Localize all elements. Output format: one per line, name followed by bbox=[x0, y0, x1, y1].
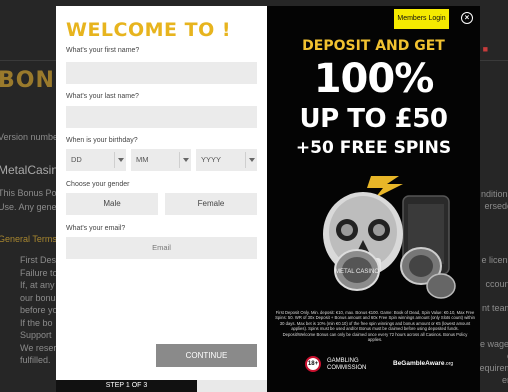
skull-coins-artwork: METAL CASINO bbox=[323, 176, 456, 299]
promo-line-1: DEPOSIT AND GET bbox=[302, 38, 445, 54]
step-progress-remaining bbox=[197, 380, 267, 392]
day-select[interactable]: DD bbox=[66, 149, 126, 171]
promo-line-4: +50 FREE SPINS bbox=[295, 138, 452, 158]
close-icon[interactable]: × bbox=[461, 12, 473, 24]
modal-title: WELCOME TO ! bbox=[66, 19, 232, 41]
intro-line-1: This Bonus Poli bbox=[0, 188, 61, 198]
chevron-down-icon bbox=[179, 152, 191, 168]
responsible-gambling-logos: 18+ GAMBLING COMMISSION BeGambleAware.or… bbox=[275, 354, 475, 376]
female-button[interactable]: Female bbox=[165, 193, 257, 215]
begambleaware-logo: BeGambleAware.org bbox=[393, 360, 453, 367]
continue-button[interactable]: CONTINUE bbox=[156, 344, 257, 367]
right-line: ccount bbox=[485, 279, 508, 289]
step-indicator: STEP 1 OF 3 bbox=[56, 380, 197, 392]
birthday-label: When is your birthday? bbox=[66, 137, 138, 144]
email-input[interactable]: Email bbox=[66, 237, 257, 259]
last-name-label: What's your last name? bbox=[66, 93, 139, 100]
year-select-value: YYYY bbox=[201, 155, 222, 164]
promo-line-3: UP TO £50 bbox=[299, 104, 448, 134]
brand-heading: MetalCasin bbox=[0, 163, 59, 177]
members-login-button[interactable]: Members Login bbox=[394, 9, 449, 29]
right-lower-fragment: e licens ccount nt team e wager e requir… bbox=[476, 254, 508, 386]
email-label: What's your email? bbox=[66, 225, 126, 232]
male-button[interactable]: Male bbox=[66, 193, 158, 215]
right-line bbox=[476, 290, 508, 302]
coin-label: METAL CASINO bbox=[335, 269, 379, 275]
signup-modal: WELCOME TO ! What's your first name? Wha… bbox=[56, 6, 480, 392]
month-select-value: MM bbox=[136, 155, 149, 164]
bga-name: BeGambleAware bbox=[393, 360, 445, 367]
right-line: nt team bbox=[481, 303, 508, 313]
coin-icon bbox=[426, 273, 456, 299]
first-name-label: What's your first name? bbox=[66, 47, 140, 54]
right-line bbox=[476, 266, 508, 278]
gambling-commission-logo: GAMBLING COMMISSION bbox=[327, 358, 366, 372]
gc-line-1: GAMBLING bbox=[327, 358, 359, 364]
first-name-input[interactable] bbox=[66, 62, 257, 84]
right-line bbox=[476, 326, 508, 338]
signup-form: WELCOME TO ! What's your first name? Wha… bbox=[56, 6, 267, 392]
right-line: e licens bbox=[481, 255, 508, 265]
header-button-fragment[interactable]: ■ bbox=[483, 44, 488, 54]
chevron-down-icon bbox=[114, 152, 126, 168]
chevron-down-icon bbox=[245, 152, 257, 168]
section-heading: General Terms bbox=[0, 234, 57, 244]
age-restriction-badge: 18+ bbox=[305, 356, 321, 372]
intro-line-2: Use. Any gener bbox=[0, 202, 60, 212]
last-name-input[interactable] bbox=[66, 106, 257, 128]
bga-suffix: .org bbox=[444, 361, 454, 367]
promo-terms: First Deposit Only. Min. deposit: €10, m… bbox=[275, 310, 475, 343]
promo-panel: Members Login × DEPOSIT AND GET 100% UP … bbox=[267, 6, 480, 392]
gender-label: Choose your gender bbox=[66, 181, 130, 188]
gc-line-2: COMMISSION bbox=[327, 365, 367, 371]
promo-line-2: 100% bbox=[313, 56, 435, 102]
version-text: Version numbe bbox=[0, 132, 59, 142]
year-select[interactable]: YYYY bbox=[196, 149, 257, 171]
right-line: e requirem bbox=[476, 351, 508, 373]
right-line bbox=[476, 314, 508, 326]
month-select[interactable]: MM bbox=[131, 149, 191, 171]
right-line: en bbox=[501, 375, 508, 385]
right-line: e wager bbox=[479, 339, 508, 349]
day-select-value: DD bbox=[71, 155, 82, 164]
